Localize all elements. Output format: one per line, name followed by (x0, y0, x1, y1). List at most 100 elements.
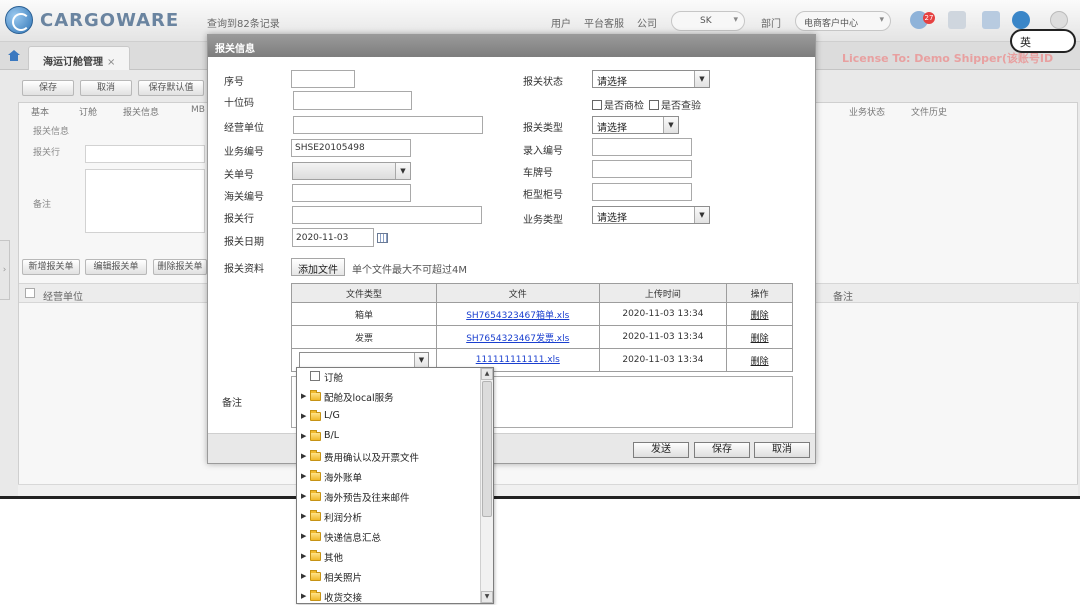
delete-link[interactable]: 删除 (726, 348, 793, 372)
quarantine-label: 是否查验 (661, 101, 701, 112)
file-link[interactable]: SH7654323467发票.xls (466, 334, 569, 344)
broker-input[interactable] (292, 206, 482, 224)
dropdown-item-booking[interactable]: 订舱 (297, 369, 481, 385)
delete-link[interactable]: 删除 (726, 302, 793, 326)
scroll-up-icon[interactable]: ▲ (481, 368, 493, 380)
container-label: 柜型柜号 (523, 190, 563, 201)
broker-label: 报关行 (224, 214, 254, 225)
dropdown-scrollbar[interactable]: ▲ ▼ (480, 368, 493, 603)
notification-badge: 27 (923, 12, 935, 24)
message-icon[interactable] (948, 11, 966, 29)
quarantine-checkbox[interactable] (649, 100, 659, 110)
file-link[interactable]: 111111111111.xls (476, 355, 560, 365)
grid-select-all-checkbox[interactable] (25, 288, 35, 298)
dropdown-item-folder[interactable]: ▶ 费用确认以及开票文件 (297, 449, 481, 465)
bg-save-button[interactable]: 保存 (22, 80, 74, 96)
expand-arrow-icon[interactable]: ▶ (301, 412, 306, 420)
folder-icon (310, 390, 321, 401)
expand-arrow-icon[interactable]: ▶ (301, 512, 306, 520)
checkbox-icon[interactable] (310, 371, 320, 381)
edit-declaration-button[interactable]: 编辑报关单 (85, 259, 147, 275)
scroll-down-icon[interactable]: ▼ (481, 591, 493, 603)
expand-arrow-icon[interactable]: ▶ (301, 552, 306, 560)
customs-no-select[interactable]: ▼ (292, 162, 411, 180)
home-tab-icon[interactable] (8, 50, 20, 61)
expand-arrow-icon[interactable]: ▶ (301, 592, 306, 600)
send-button[interactable]: 发送 (633, 442, 689, 458)
expand-arrow-icon[interactable]: ▶ (301, 452, 306, 460)
dropdown-item-folder[interactable]: ▶ 快递信息汇总 (297, 529, 481, 545)
subtab-basic[interactable]: 基本 (31, 105, 49, 118)
ime-indicator[interactable]: 英 (1010, 29, 1076, 53)
dropdown-item-folder[interactable]: ▶ 利润分析 (297, 509, 481, 525)
tab-sea-booking[interactable]: 海运订舱管理 × (28, 46, 131, 70)
home-icon[interactable] (982, 11, 1000, 29)
folder-icon (310, 450, 321, 461)
type-select[interactable]: 请选择 ▼ (592, 116, 679, 134)
expand-arrow-icon[interactable]: ▶ (301, 492, 306, 500)
help-icon[interactable] (1012, 11, 1030, 29)
collapse-handle[interactable]: › (0, 240, 10, 300)
customs-code-label: 海关编号 (224, 192, 264, 203)
dropdown-item-folder[interactable]: ▶ 相关照片 (297, 569, 481, 585)
add-file-button[interactable]: 添加文件 (291, 258, 345, 276)
container-input[interactable] (592, 183, 692, 201)
plate-input[interactable] (592, 160, 692, 178)
inspection-checkbox[interactable] (592, 100, 602, 110)
dropdown-item-folder[interactable]: ▶ 海外预告及往来邮件 (297, 489, 481, 505)
dropdown-item-folder[interactable]: ▶ 其他 (297, 549, 481, 565)
expand-arrow-icon[interactable]: ▶ (301, 392, 306, 400)
delete-declaration-button[interactable]: 删除报关单 (153, 259, 207, 275)
dropdown-item-label: 利润分析 (324, 513, 363, 524)
calendar-icon[interactable] (377, 233, 388, 243)
subtab-business-status[interactable]: 业务状态 (849, 105, 885, 118)
bg-remark-label: 备注 (33, 200, 52, 210)
quarantine-checkbox-group[interactable]: 是否查验 (649, 97, 701, 112)
upload-time-cell: 2020-11-03 13:34 (598, 325, 728, 349)
department-select[interactable]: 电商客户中心 (795, 11, 891, 31)
operator-input[interactable] (293, 116, 483, 134)
col-file: 文件 (435, 283, 600, 303)
dropdown-item-label: 订舱 (324, 373, 344, 384)
expand-arrow-icon[interactable]: ▶ (301, 532, 306, 540)
file-type-select[interactable]: ▼ (298, 351, 429, 369)
file-link[interactable]: SH7654323467箱单.xls (466, 311, 569, 321)
dropdown-item-folder[interactable]: ▶ L/G (297, 409, 481, 425)
dropdown-item-folder[interactable]: ▶ 配舱及local服务 (297, 389, 481, 405)
code10-input[interactable] (293, 91, 412, 110)
close-tab-icon[interactable]: × (107, 57, 115, 68)
company-select[interactable]: SK (671, 11, 745, 31)
bg-save-default-button[interactable]: 保存默认值 (138, 80, 204, 96)
dropdown-item-folder[interactable]: ▶ B/L (297, 429, 481, 445)
customs-code-input[interactable] (292, 184, 411, 202)
dropdown-item-folder[interactable]: ▶ 海外账单 (297, 469, 481, 485)
bizno-input[interactable] (291, 139, 411, 157)
subtab-booking[interactable]: 订舱 (79, 105, 97, 118)
expand-arrow-icon[interactable]: ▶ (301, 572, 306, 580)
date-input[interactable] (292, 228, 374, 247)
chevron-down-icon: ▼ (395, 163, 410, 179)
subtab-customs[interactable]: 报关信息 (123, 105, 159, 118)
dropdown-item-folder[interactable]: ▶ 收货交接 (297, 589, 481, 603)
status-select[interactable]: 请选择 ▼ (592, 70, 710, 88)
expand-arrow-icon[interactable]: ▶ (301, 472, 306, 480)
seq-input[interactable] (291, 70, 355, 88)
subtab-mb[interactable]: MB (191, 105, 205, 115)
support-link[interactable]: 平台客服 (584, 15, 624, 30)
scrollbar-thumb[interactable] (482, 381, 492, 517)
biz-type-select[interactable]: 请选择 ▼ (592, 206, 710, 224)
save-button[interactable]: 保存 (694, 442, 750, 458)
inspection-checkbox-group[interactable]: 是否商检 (592, 97, 644, 112)
expand-arrow-icon[interactable]: ▶ (301, 432, 306, 440)
delete-link[interactable]: 删除 (726, 325, 793, 349)
query-records-dropdown[interactable]: 查询到82条记录 (207, 15, 280, 30)
chevron-down-icon: ▼ (663, 117, 678, 133)
entry-no-input[interactable] (592, 138, 692, 156)
logout-icon[interactable] (1050, 11, 1068, 29)
add-declaration-button[interactable]: 新增报关单 (22, 259, 80, 275)
bg-cancel-button[interactable]: 取消 (80, 80, 132, 96)
horizontal-scrollbar[interactable] (18, 484, 1078, 496)
user-link[interactable]: 用户 (551, 15, 571, 30)
subtab-file-history[interactable]: 文件历史 (911, 105, 947, 118)
cancel-button[interactable]: 取消 (754, 442, 810, 458)
